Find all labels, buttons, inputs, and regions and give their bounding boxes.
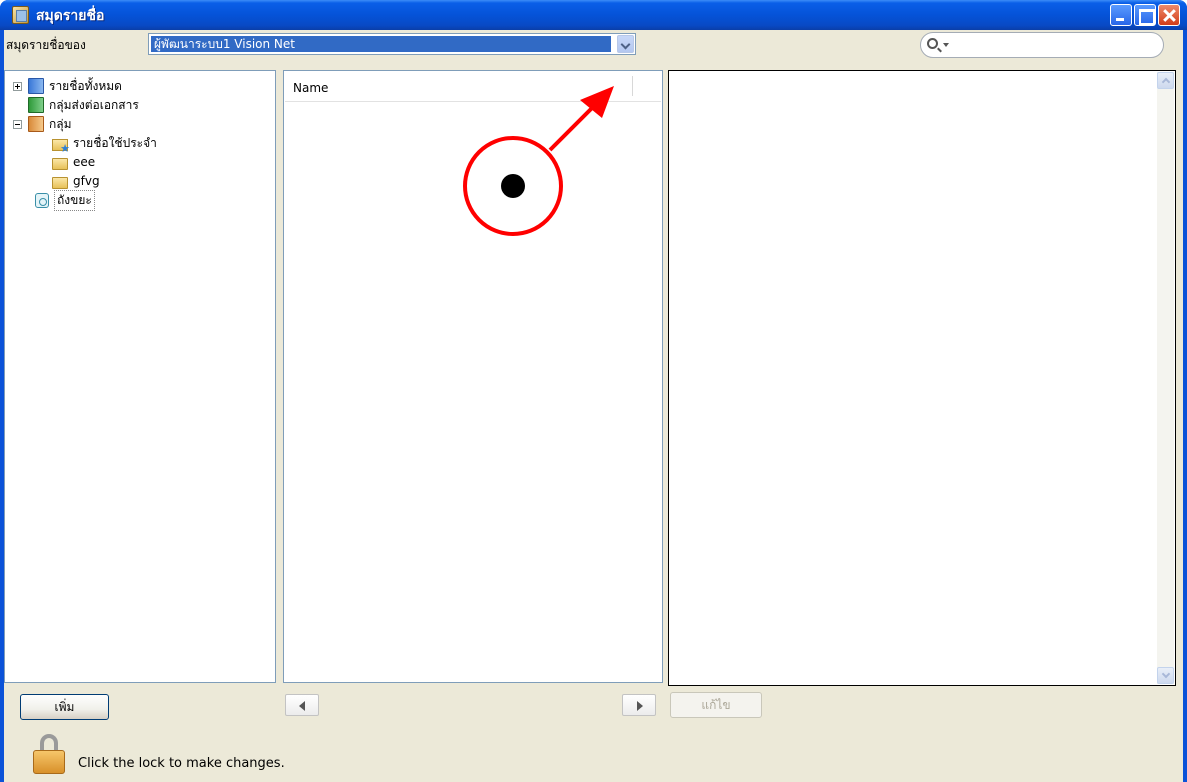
tree-item-favorites[interactable]: รายชื่อใช้ประจำ xyxy=(52,134,157,155)
tree-item-label: gfvg xyxy=(73,174,100,188)
column-header-name: Name xyxy=(293,81,329,95)
folder-tree: รายชื่อทั้งหมด กลุ่มส่งต่อเอกสาร กลุ่ม ร… xyxy=(4,70,276,683)
scroll-up-icon[interactable] xyxy=(1157,72,1174,89)
lock-icon[interactable] xyxy=(33,734,65,774)
address-book-icon xyxy=(28,78,44,94)
folder-icon xyxy=(52,157,68,170)
tree-item-forward-group[interactable]: กลุ่มส่งต่อเอกสาร xyxy=(28,96,139,114)
collapse-icon[interactable] xyxy=(13,119,22,129)
column-divider[interactable] xyxy=(632,76,633,96)
tree-item-label: รายชื่อใช้ประจำ xyxy=(73,135,157,150)
close-button[interactable] xyxy=(1158,4,1180,26)
chevron-down-icon[interactable] xyxy=(617,35,634,53)
add-button[interactable]: เพิ่ม xyxy=(20,694,109,720)
maximize-button[interactable] xyxy=(1134,4,1156,26)
owner-dropdown[interactable]: ผู้พัฒนาระบบ1 Vision Net xyxy=(148,33,636,55)
tree-item-label: รายชื่อทั้งหมด xyxy=(49,78,122,93)
favorite-folder-icon xyxy=(52,138,70,155)
next-page-button[interactable] xyxy=(622,694,656,716)
tree-item-groups[interactable]: กลุ่ม xyxy=(13,115,72,133)
group-book-icon xyxy=(28,116,44,132)
edit-button[interactable]: แก้ไข xyxy=(670,692,762,718)
search-input[interactable] xyxy=(920,32,1164,58)
tree-item-folder[interactable]: gfvg xyxy=(52,172,100,190)
minimize-button[interactable] xyxy=(1110,4,1132,26)
tree-item-label: eee xyxy=(73,155,96,169)
tree-item-label: กลุ่ม xyxy=(49,116,72,131)
folder-icon xyxy=(52,176,68,189)
previous-page-button[interactable] xyxy=(285,694,319,716)
tree-item-all-contacts[interactable]: รายชื่อทั้งหมด xyxy=(13,77,122,95)
forward-group-icon xyxy=(28,97,44,113)
scroll-down-icon[interactable] xyxy=(1157,667,1174,684)
owner-label: สมุดรายชื่อของ xyxy=(6,38,86,52)
expand-icon[interactable] xyxy=(13,81,22,91)
owner-selected-value: ผู้พัฒนาระบบ1 Vision Net xyxy=(151,36,611,52)
title-bar[interactable]: สมุดรายชื่อ xyxy=(0,0,1187,30)
vertical-scrollbar[interactable] xyxy=(1157,72,1174,684)
detail-pane xyxy=(668,70,1176,686)
tree-item-trash[interactable]: ถังขยะ xyxy=(35,189,95,211)
tree-item-label: กลุ่มส่งต่อเอกสาร xyxy=(49,97,139,112)
search-options-caret-icon[interactable] xyxy=(943,43,949,47)
address-book-app-icon xyxy=(12,6,29,24)
trash-icon xyxy=(35,192,49,208)
search-icon[interactable] xyxy=(927,38,938,49)
column-header[interactable]: Name xyxy=(285,72,661,102)
lock-body xyxy=(33,750,65,774)
window-title: สมุดรายชื่อ xyxy=(36,8,105,24)
tree-item-folder[interactable]: eee xyxy=(52,153,95,171)
lock-hint-text: Click the lock to make changes. xyxy=(78,756,285,771)
app-window: สมุดรายชื่อ สมุดรายชื่อของ ผู้พัฒนาระบบ1… xyxy=(0,0,1187,782)
contact-list: Name xyxy=(283,70,663,683)
tree-item-label: ถังขยะ xyxy=(54,189,95,211)
